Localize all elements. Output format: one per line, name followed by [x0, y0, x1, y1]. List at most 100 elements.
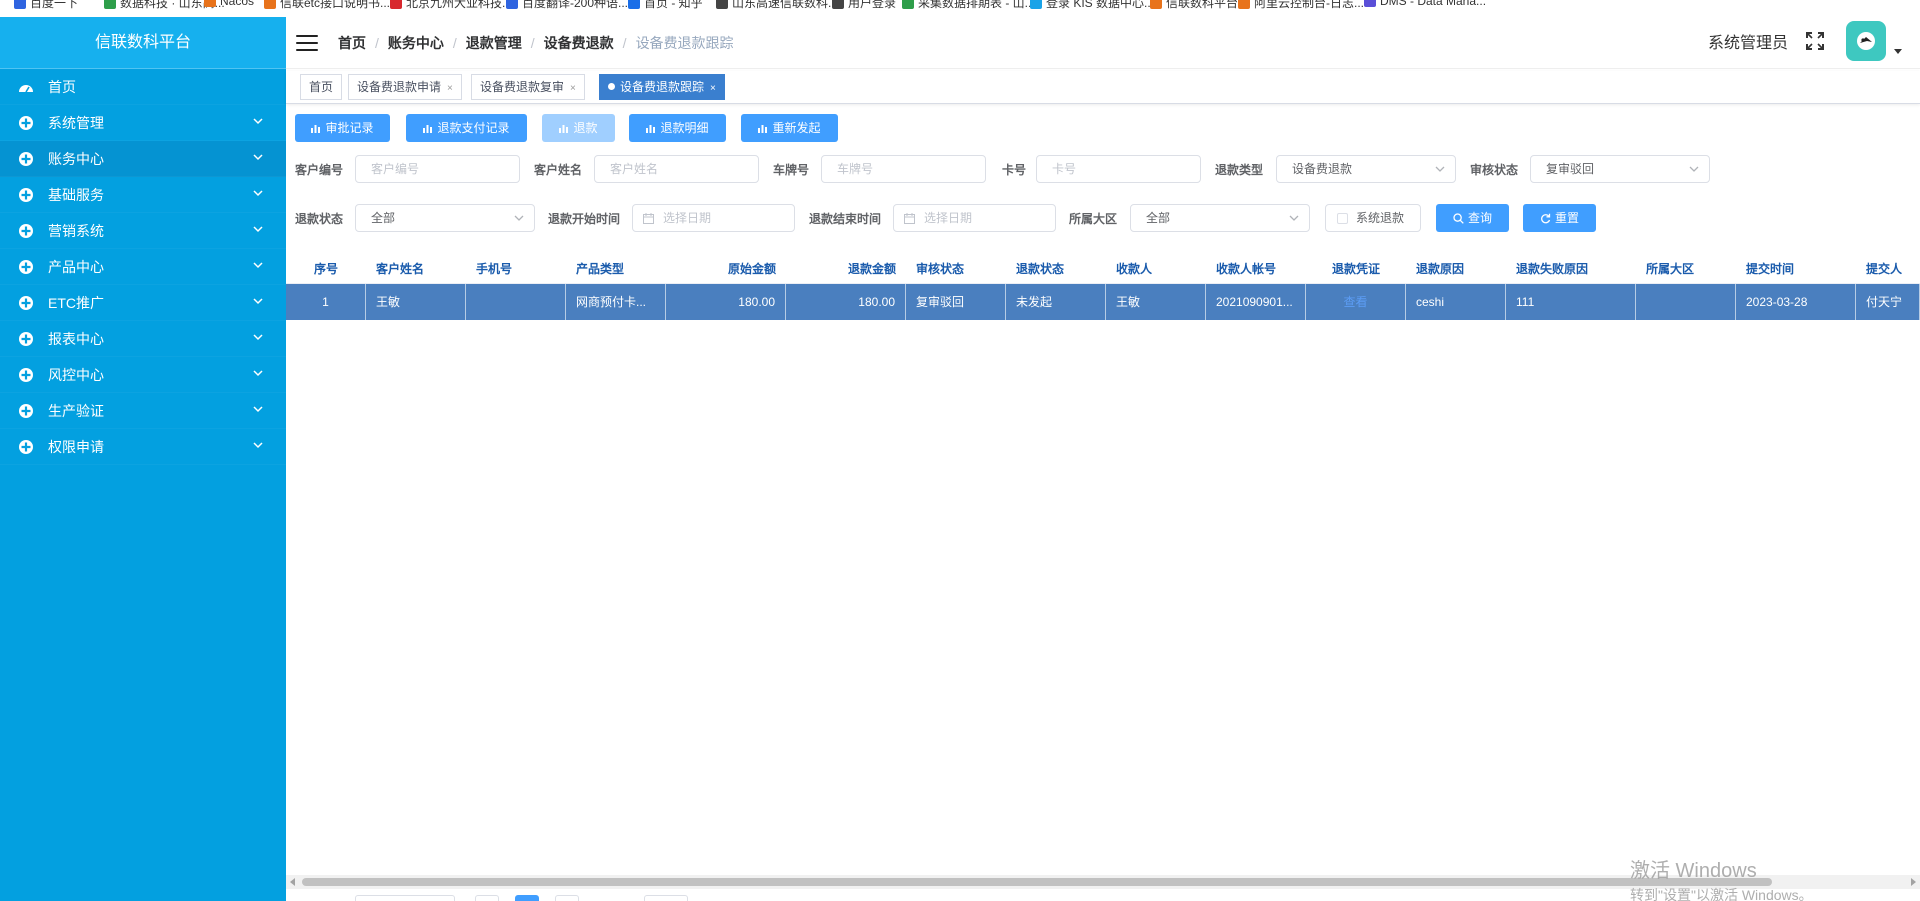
- breadcrumb-item[interactable]: 设备费退款: [544, 33, 614, 53]
- plate-no-label: 车牌号: [773, 163, 810, 177]
- reset-button[interactable]: 重置: [1523, 204, 1596, 232]
- bookmark-item[interactable]: 山东高速信联数科...: [716, 0, 838, 11]
- table-header-cell[interactable]: 序号: [286, 255, 366, 284]
- pagination: [286, 893, 1920, 901]
- sidebar-item-11[interactable]: 权限申请: [0, 429, 286, 465]
- bookmark-item[interactable]: 登录 KIS 数据中心...: [1030, 0, 1154, 11]
- card-no-input[interactable]: [1036, 155, 1201, 183]
- bookmark-item[interactable]: 百度翻译-200种语...: [506, 0, 628, 11]
- page-1-button[interactable]: [515, 895, 539, 901]
- customer-no-input[interactable]: [355, 155, 520, 183]
- page-jump-input[interactable]: [644, 895, 688, 901]
- sidebar-item-4[interactable]: 基础服务: [0, 177, 286, 213]
- tag-item[interactable]: 设备费退款复审 ×: [471, 74, 585, 100]
- toolbar-button[interactable]: 重新发起: [741, 114, 838, 142]
- bookmark-favicon-icon: [1364, 0, 1376, 7]
- bookmark-label: 信联etc接口说明书...: [280, 0, 391, 10]
- table-header-cell[interactable]: 所属大区: [1636, 255, 1736, 284]
- scroll-left-icon[interactable]: [290, 878, 295, 886]
- page-size-select[interactable]: [355, 895, 455, 901]
- sidebar-item-10[interactable]: 生产验证: [0, 393, 286, 429]
- sidebar-item-6[interactable]: 产品中心: [0, 249, 286, 285]
- menu-circle-icon: [18, 223, 34, 239]
- caret-down-icon[interactable]: [1894, 47, 1902, 55]
- table-header-cell[interactable]: 退款原因: [1406, 255, 1506, 284]
- tag-item[interactable]: 首页: [300, 74, 343, 100]
- sidebar-item-2[interactable]: 系统管理: [0, 105, 286, 141]
- table-header-cell[interactable]: 原始金额: [666, 255, 786, 284]
- search-button[interactable]: 查询: [1436, 204, 1509, 232]
- hamburger-menu-icon[interactable]: [296, 34, 318, 51]
- menu-circle-icon: [18, 295, 34, 311]
- toolbar-button: 退款: [542, 114, 615, 142]
- view-voucher-link[interactable]: 查看: [1306, 284, 1406, 320]
- scroll-right-icon[interactable]: [1911, 878, 1916, 886]
- chevron-down-icon: [514, 215, 524, 221]
- bookmark-item[interactable]: 首页 - 知乎: [628, 0, 703, 11]
- tag-item[interactable]: 设备费退款跟踪 ×: [599, 74, 725, 100]
- breadcrumb-item[interactable]: 退款管理: [466, 33, 522, 53]
- customer-name-input[interactable]: [594, 155, 759, 183]
- next-page-button[interactable]: [555, 895, 579, 901]
- tag-item[interactable]: 设备费退款申请 ×: [348, 74, 462, 100]
- audit-status-select[interactable]: 复审驳回: [1530, 155, 1710, 183]
- close-icon[interactable]: ×: [570, 83, 576, 94]
- sidebar-item-7[interactable]: ETC推广: [0, 285, 286, 321]
- close-icon[interactable]: ×: [710, 83, 716, 94]
- bookmark-item[interactable]: 用户登录: [832, 0, 896, 11]
- table-header-cell[interactable]: 手机号: [466, 255, 566, 284]
- bookmark-item[interactable]: 北京九州大业科技...: [390, 0, 512, 11]
- bookmark-item[interactable]: 阿里云控制台-日志...: [1238, 0, 1364, 11]
- table-header-cell[interactable]: 客户姓名: [366, 255, 466, 284]
- sidebar-item-label: 风控中心: [48, 366, 104, 383]
- avatar[interactable]: [1846, 21, 1886, 61]
- breadcrumb-separator: /: [622, 34, 627, 51]
- toolbar-button[interactable]: 退款支付记录: [406, 114, 527, 142]
- table-header-cell[interactable]: 退款凭证: [1306, 255, 1406, 284]
- bookmark-item[interactable]: DMS - Data Mana...: [1364, 0, 1486, 8]
- table-header-cell[interactable]: 退款失败原因: [1506, 255, 1636, 284]
- refund-status-select[interactable]: 全部: [355, 204, 535, 232]
- tag-label: 设备费退款跟踪: [620, 80, 705, 94]
- toolbar-button[interactable]: 退款明细: [629, 114, 726, 142]
- prev-page-button[interactable]: [475, 895, 499, 901]
- fullscreen-icon[interactable]: [1806, 32, 1824, 50]
- sidebar-item-5[interactable]: 营销系统: [0, 213, 286, 249]
- region-select[interactable]: 全部: [1130, 204, 1310, 232]
- tags-view: 首页 设备费退款申请 × 设备费退款复审 × 设备费退款跟踪 ×: [286, 71, 1920, 104]
- sidebar-item-1[interactable]: 首页: [0, 69, 286, 105]
- table-header-cell[interactable]: 退款金额: [786, 255, 906, 284]
- bookmark-item[interactable]: 信联数科平台: [1150, 0, 1238, 11]
- toolbar-button[interactable]: 审批记录: [295, 114, 390, 142]
- start-date-picker[interactable]: 选择日期: [632, 204, 795, 232]
- chevron-down-icon: [1435, 166, 1445, 172]
- table-header-cell[interactable]: 审核状态: [906, 255, 1006, 284]
- bookmark-item[interactable]: Nacos: [204, 0, 254, 8]
- breadcrumb-item[interactable]: 账务中心: [388, 33, 444, 53]
- bar-chart-icon: [423, 125, 433, 133]
- table-header-cell[interactable]: 提交时间: [1736, 255, 1856, 284]
- table-header-cell[interactable]: 产品类型: [566, 255, 666, 284]
- bookmark-item[interactable]: 信联etc接口说明书...: [264, 0, 390, 11]
- scrollbar-thumb[interactable]: [302, 878, 1772, 886]
- bookmark-label: 阿里云控制台-日志...: [1254, 0, 1364, 10]
- sidebar-item-9[interactable]: 风控中心: [0, 357, 286, 393]
- sidebar-item-3[interactable]: 账务中心: [0, 141, 286, 177]
- table-header-cell[interactable]: 退款状态: [1006, 255, 1106, 284]
- table-header-cell[interactable]: 收款人: [1106, 255, 1206, 284]
- tag-label: 设备费退款申请: [357, 80, 442, 94]
- plate-no-input[interactable]: [821, 155, 986, 183]
- system-refund-checkbox[interactable]: 系统退款: [1325, 204, 1421, 232]
- table-header-cell[interactable]: 提交人: [1856, 255, 1920, 284]
- table-row[interactable]: 1 王敏 网商预付卡... 180.00 180.00 复审驳回 未发起 王敏 20210909…: [286, 284, 1920, 320]
- refund-type-select[interactable]: 设备费退款: [1276, 155, 1456, 183]
- bookmark-item[interactable]: 百度一下: [14, 0, 78, 11]
- close-icon[interactable]: ×: [447, 83, 453, 94]
- start-time-label: 退款开始时间: [548, 212, 621, 226]
- bookmark-item[interactable]: 采集数据排期表 - 山...: [902, 0, 1035, 11]
- end-date-picker[interactable]: 选择日期: [893, 204, 1056, 232]
- table-header-cell[interactable]: 收款人帐号: [1206, 255, 1306, 284]
- breadcrumb-item[interactable]: 首页: [338, 33, 366, 53]
- sidebar-item-8[interactable]: 报表中心: [0, 321, 286, 357]
- horizontal-scrollbar[interactable]: [286, 875, 1920, 889]
